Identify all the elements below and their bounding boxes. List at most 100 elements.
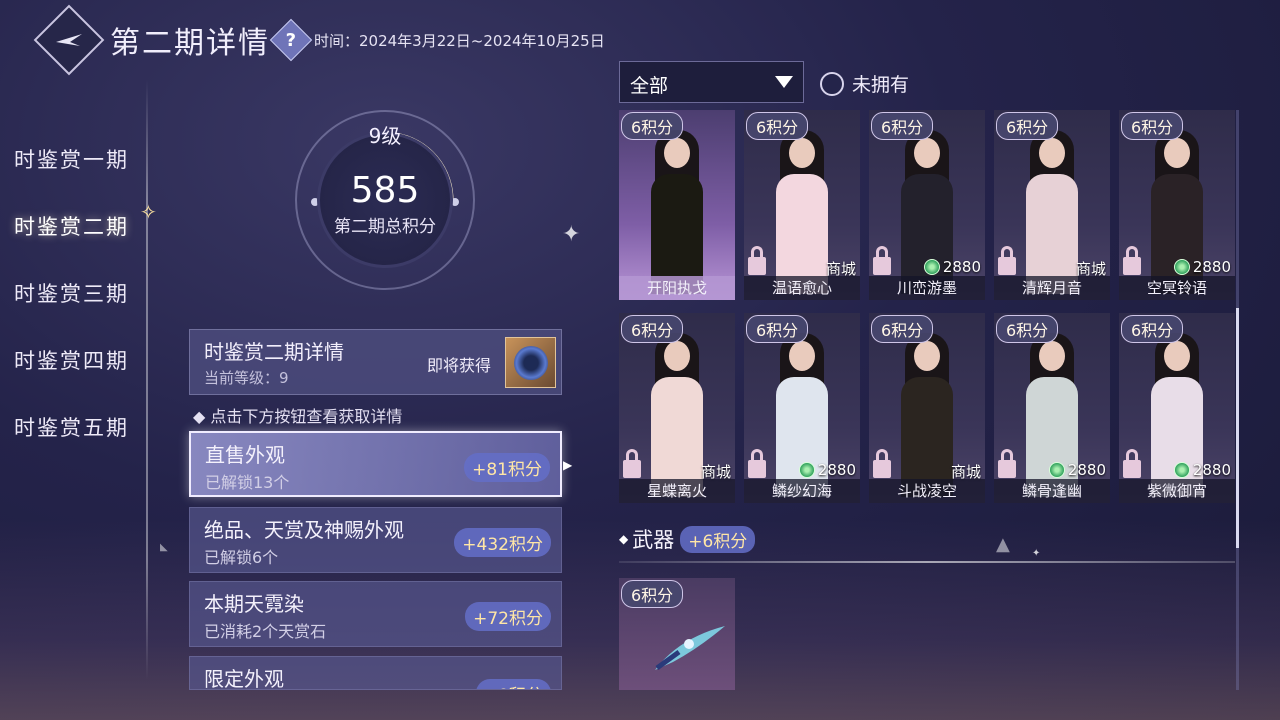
outfit-card[interactable]: 6积分 商城 斗战凌空 — [869, 313, 985, 503]
total-score: 585 — [350, 170, 420, 211]
current-level: 当前等级：9 — [204, 369, 289, 387]
lock-icon — [623, 449, 641, 479]
lock-icon — [873, 449, 891, 479]
outfit-card[interactable]: 6积分开阳执戈 — [619, 110, 735, 300]
outfit-price: 2880 — [1048, 461, 1106, 479]
period-nav: 时鉴赏一期 时鉴赏二期 时鉴赏三期 时鉴赏四期 时鉴赏五期 — [14, 125, 154, 460]
radio-icon — [820, 71, 844, 96]
category-title: 本期天霓染 — [204, 592, 304, 616]
outfit-name: 清辉月音 — [994, 276, 1110, 300]
level-label: 9级 — [368, 124, 402, 148]
outfit-price: 2880 — [1173, 258, 1231, 276]
nav-item-period-5[interactable]: 时鉴赏五期 — [14, 393, 154, 460]
outfit-card[interactable]: 6积分 2880 空冥铃语 — [1119, 110, 1235, 300]
weapon-card[interactable]: 6积分 — [619, 578, 735, 690]
weapon-section-title: 武器 — [632, 528, 675, 552]
category-sub: 已解锁6个 — [204, 548, 279, 567]
points-badge: 6积分 — [871, 112, 934, 140]
back-button[interactable] — [33, 4, 105, 76]
category-sub: 已消耗2个天赏石 — [204, 622, 327, 641]
level-ring: 9级 585 第二期总积分 — [282, 110, 488, 296]
scrollbar-thumb[interactable] — [1236, 308, 1239, 548]
weapon-section-header: ◆ 武器 +6积分 — [619, 524, 756, 554]
category-title: 直售外观 — [205, 443, 285, 467]
nav-item-period-2[interactable]: 时鉴赏二期 — [14, 192, 154, 259]
filter-selected: 全部 — [630, 75, 669, 97]
price-value: 2880 — [942, 258, 981, 276]
category-points: +0积分 — [475, 679, 551, 689]
jade-coin-icon — [1173, 462, 1190, 478]
outfit-name: 星蝶离火 — [619, 479, 735, 503]
hint-text: ◆ 点击下方按钮查看获取详情 — [193, 407, 403, 426]
category-direct-sale[interactable]: 直售外观 已解锁13个 +81积分 — [189, 431, 562, 497]
outfit-card[interactable]: 6积分 商城 清辉月音 — [994, 110, 1110, 300]
category-premium[interactable]: 绝品、天赏及神赐外观 已解锁6个 +432积分 — [189, 507, 562, 573]
help-button[interactable]: ? — [269, 18, 313, 62]
nav-item-period-4[interactable]: 时鉴赏四期 — [14, 326, 154, 393]
points-badge: 6积分 — [871, 315, 934, 343]
points-badge: 6积分 — [996, 315, 1059, 343]
outfit-card[interactable]: 6积分 2880 鳞骨逢幽 — [994, 313, 1110, 503]
category-sub: 已解锁13个 — [205, 473, 290, 492]
unowned-label: 未拥有 — [852, 74, 910, 96]
lock-icon — [1123, 246, 1141, 276]
selected-arrow-icon: ▶ — [563, 458, 573, 472]
category-title: 绝品、天赏及神赐外观 — [204, 518, 404, 542]
lock-icon — [998, 449, 1016, 479]
outfit-name: 鳞纱幻海 — [744, 479, 860, 503]
lock-icon — [748, 449, 766, 479]
outfit-card[interactable]: 6积分 商城 温语愈心 — [744, 110, 860, 300]
date-range: 时间：2024年3月22日~2024年10月25日 — [314, 31, 605, 50]
lock-icon — [748, 246, 766, 276]
outfit-figure — [772, 126, 832, 294]
points-badge: 6积分 — [746, 315, 809, 343]
lock-icon — [873, 246, 891, 276]
sparkle-icon: ✦ — [562, 222, 581, 247]
points-badge: 6积分 — [621, 112, 684, 140]
category-points: +81积分 — [464, 453, 550, 482]
upcoming-reward-label: 即将获得 — [427, 356, 492, 375]
filter-dropdown[interactable]: 全部 — [619, 61, 804, 103]
category-limited[interactable]: 限定外观 +0积分 — [189, 656, 562, 690]
outfit-card[interactable]: 6积分 2880 鳞纱幻海 — [744, 313, 860, 503]
jade-coin-icon — [923, 259, 940, 275]
weapon-section-points: +6积分 — [680, 525, 756, 553]
unowned-toggle[interactable]: 未拥有 — [820, 70, 909, 97]
outfit-figure — [897, 329, 957, 497]
outfit-figure — [647, 126, 707, 294]
reward-orb-icon — [513, 345, 548, 380]
nav-item-period-1[interactable]: 时鉴赏一期 — [14, 125, 154, 192]
outfit-name: 开阳执戈 — [619, 276, 735, 300]
dropdown-arrow-icon — [775, 76, 793, 88]
outfit-name: 紫微御宵 — [1119, 479, 1235, 503]
jade-coin-icon — [1048, 462, 1065, 478]
outfit-name: 川峦游墨 — [869, 276, 985, 300]
sparkle-icon: ▲ — [996, 534, 1010, 555]
price-value: 2880 — [1192, 461, 1231, 479]
points-badge: 6积分 — [1121, 315, 1184, 343]
bullet-icon: ◆ — [619, 532, 629, 546]
outfit-card[interactable]: 6积分 商城 星蝶离火 — [619, 313, 735, 503]
period-detail-panel[interactable]: 时鉴赏二期详情 当前等级：9 即将获得 — [189, 329, 562, 395]
outfit-figure — [1022, 126, 1082, 294]
category-dye[interactable]: 本期天霓染 已消耗2个天赏石 +72积分 — [189, 581, 562, 647]
category-points: +432积分 — [454, 528, 551, 557]
upcoming-reward-item[interactable] — [505, 337, 556, 388]
outfit-name: 斗战凌空 — [869, 479, 985, 503]
page-title: 第二期详情 — [110, 26, 270, 61]
outfit-card[interactable]: 6积分 2880 紫微御宵 — [1119, 313, 1235, 503]
outfit-price: 2880 — [798, 461, 856, 479]
detail-title: 时鉴赏二期详情 — [204, 340, 344, 364]
outfit-price: 2880 — [923, 258, 981, 276]
lock-icon — [1123, 449, 1141, 479]
points-badge: 6积分 — [1121, 112, 1184, 140]
outfit-card[interactable]: 6积分 2880 川峦游墨 — [869, 110, 985, 300]
points-badge: 6积分 — [746, 112, 809, 140]
outfit-name: 空冥铃语 — [1119, 276, 1235, 300]
nav-item-period-3[interactable]: 时鉴赏三期 — [14, 259, 154, 326]
outfit-name: 温语愈心 — [744, 276, 860, 300]
question-icon: ? — [285, 29, 297, 51]
price-value: 2880 — [1192, 258, 1231, 276]
total-score-label: 第二期总积分 — [334, 217, 436, 237]
section-divider — [619, 561, 1235, 563]
